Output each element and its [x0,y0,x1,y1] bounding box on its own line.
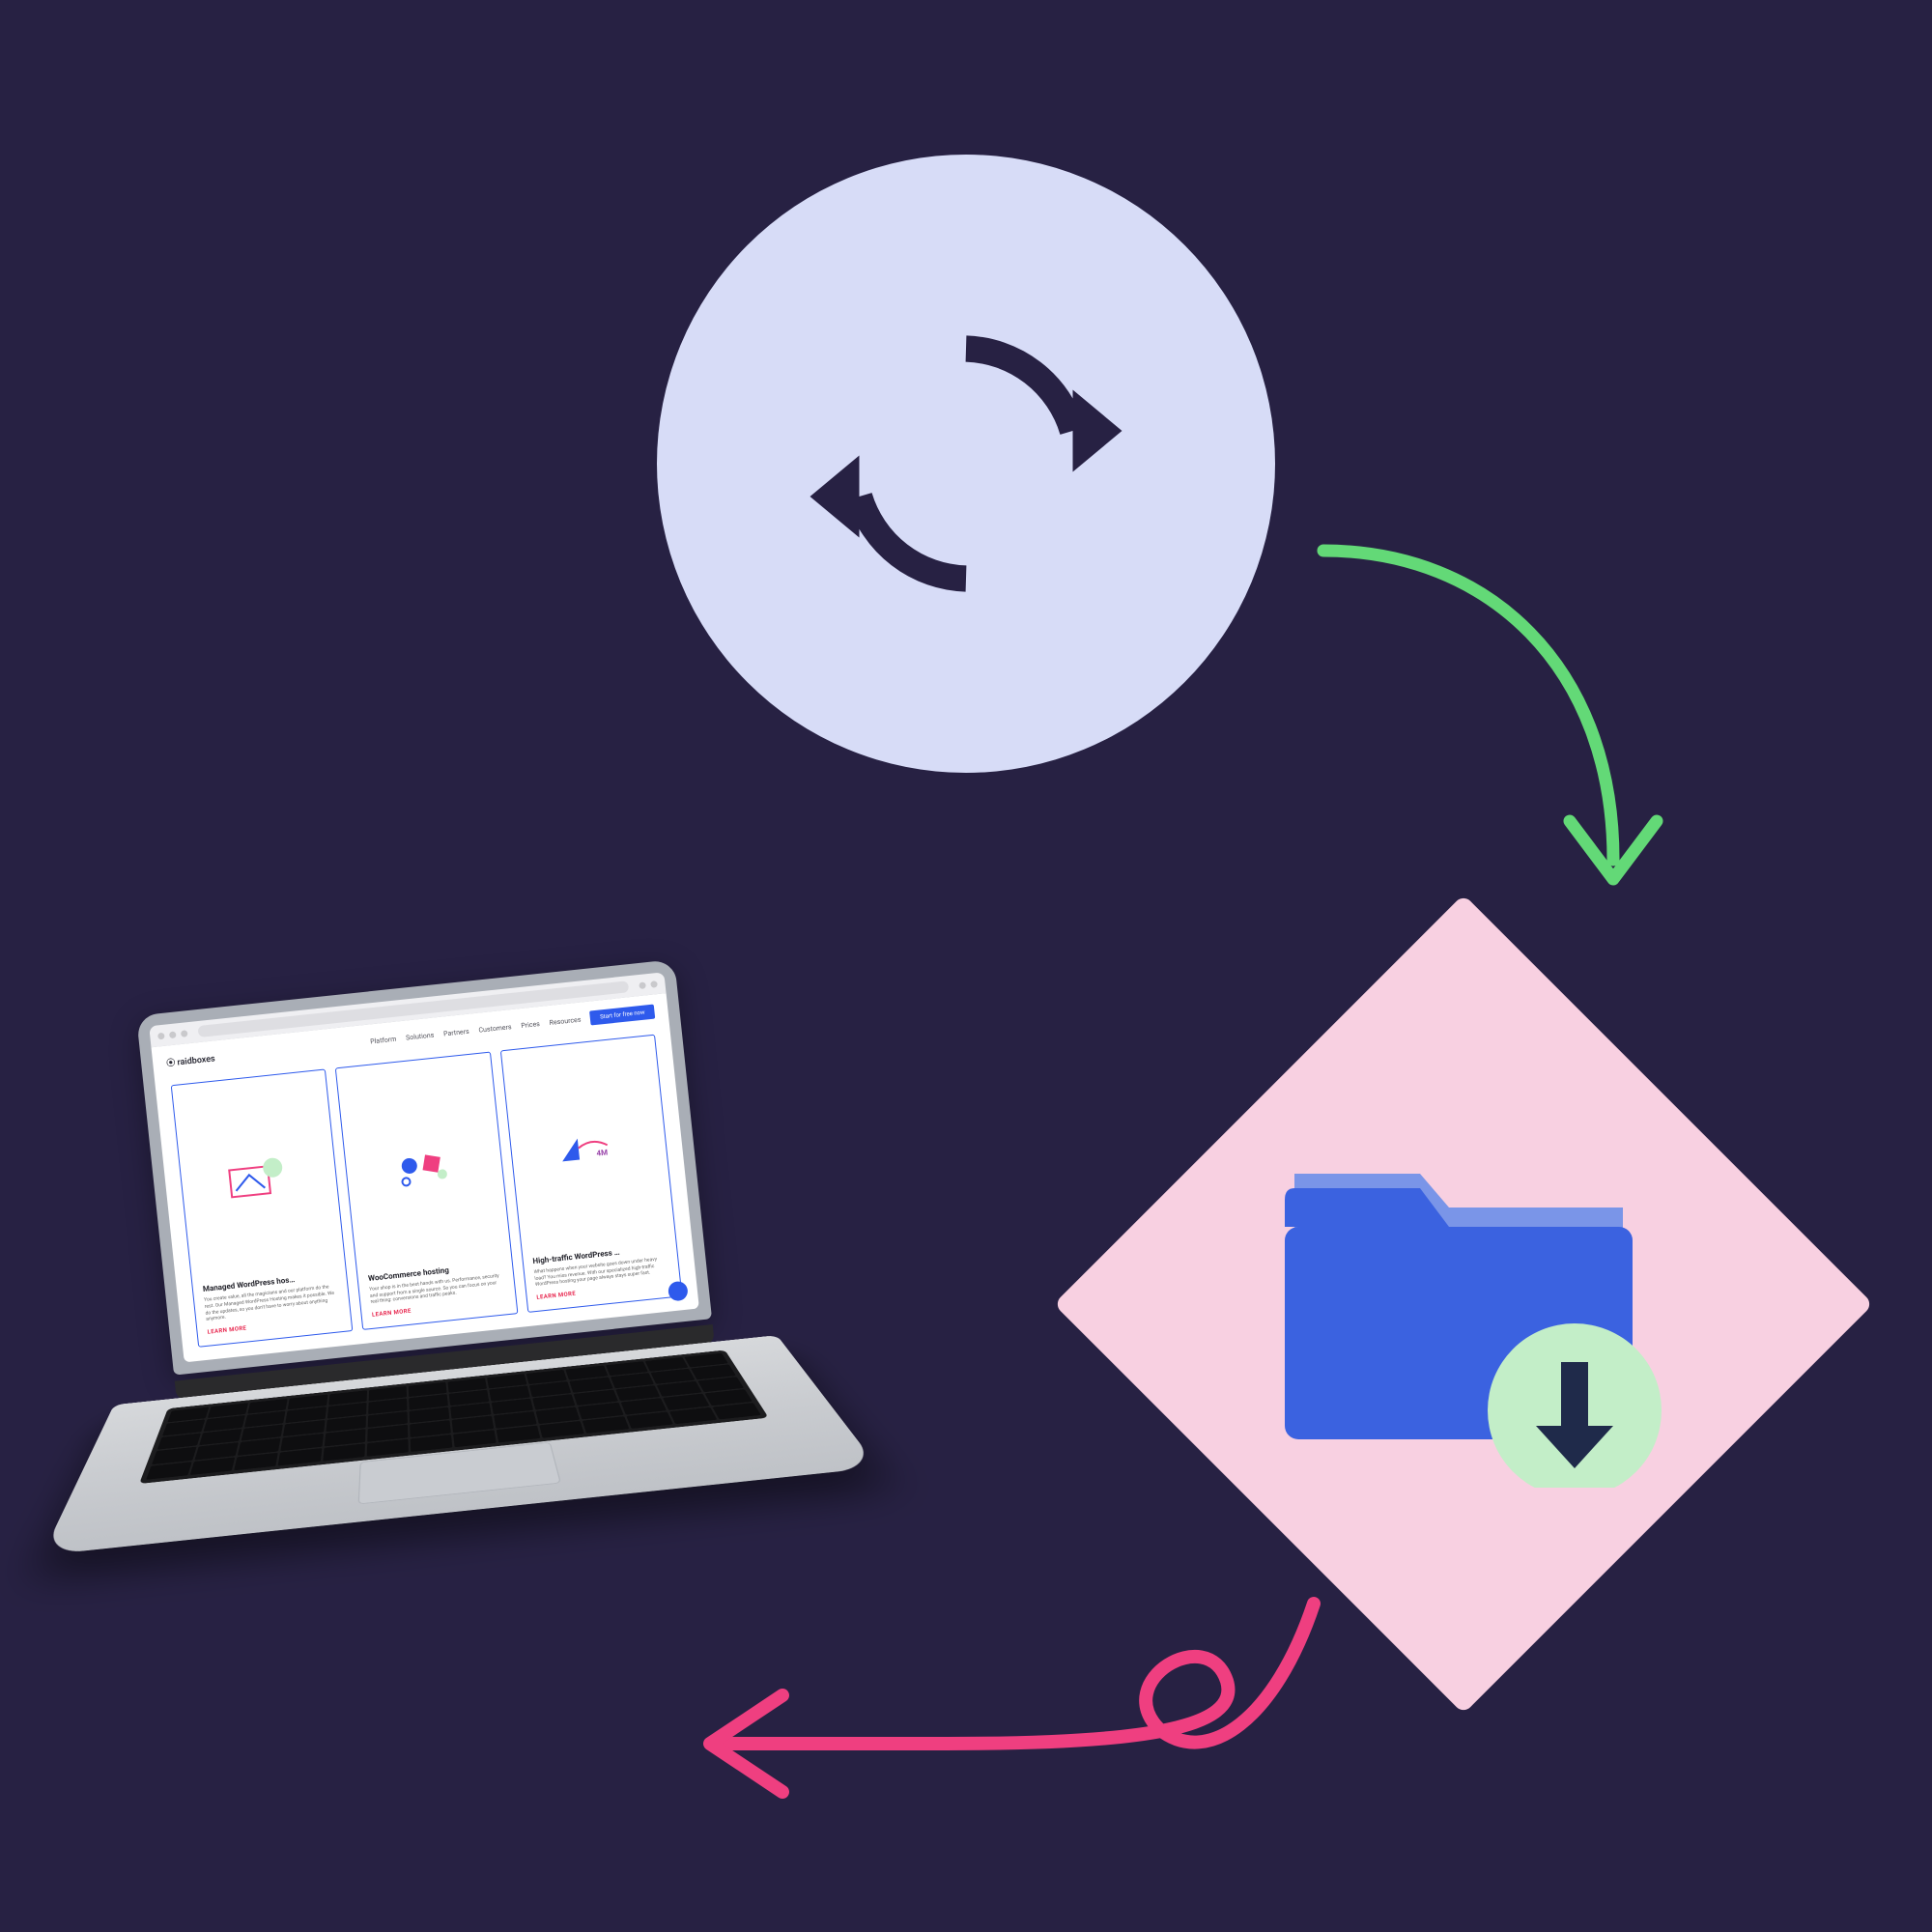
diagram-canvas: ⦿ raidboxes Platform Solutions Partners … [0,0,1932,1932]
site-logo: ⦿ raidboxes [166,1051,216,1068]
folder-download-icon [1256,1121,1671,1488]
nav-item: Prices [521,1020,540,1030]
cta-button: Start for free now [589,1005,655,1026]
refresh-cycle-icon [802,299,1130,628]
cards-row: Managed WordPress hos… You create value,… [155,1025,699,1362]
nav-item: Customers [478,1023,512,1035]
laptop-screen: ⦿ raidboxes Platform Solutions Partners … [136,959,712,1375]
card: 4M High-traffic WordPress … What happens… [499,1035,682,1313]
nav-item: Platform [370,1035,397,1045]
card-illustration [183,1081,335,1278]
card: WooCommerce hosting Your shop is in the … [335,1052,518,1330]
card: Managed WordPress hos… You create value,… [171,1068,354,1347]
refresh-node [657,155,1275,773]
svg-text:4M: 4M [596,1149,608,1158]
nav-item: Solutions [406,1031,435,1041]
nav-item: Partners [443,1027,469,1037]
laptop-node: ⦿ raidboxes Platform Solutions Partners … [73,952,814,1675]
card-illustration: 4M [512,1046,666,1249]
card-illustration [347,1064,500,1266]
folder-download-node [1217,1067,1710,1541]
arrow-refresh-to-folder [1294,531,1700,956]
webpage: ⦿ raidboxes Platform Solutions Partners … [152,993,699,1362]
nav-item: Resources [549,1015,581,1026]
